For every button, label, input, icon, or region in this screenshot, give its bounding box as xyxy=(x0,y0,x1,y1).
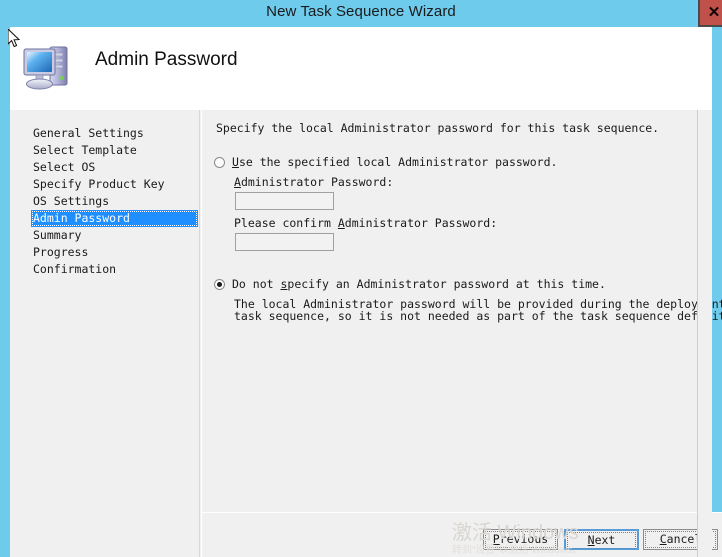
sidebar-item-os-settings[interactable]: OS Settings xyxy=(31,193,198,210)
mnemonic-char: U xyxy=(232,155,239,169)
mnemonic-char: N xyxy=(587,533,595,547)
option-do-not-specify-password-label: Do not specify an Administrator password… xyxy=(232,277,606,291)
sidebar-item-admin-password[interactable]: Admin Password xyxy=(31,210,198,227)
next-label-rest: ext xyxy=(594,533,616,547)
confirm-label-rest: dministrator Password: xyxy=(344,216,498,230)
radio-do-not-specify-password[interactable] xyxy=(214,279,225,290)
previous-button[interactable]: Previous xyxy=(483,529,558,550)
sidebar-item-select-template[interactable]: Select Template xyxy=(31,142,198,159)
option2-label-rest: pecify an Administrator password at this… xyxy=(287,277,606,291)
administrator-password-input[interactable] xyxy=(235,192,334,210)
computer-icon xyxy=(23,46,68,90)
administrator-password-label: Administrator Password: xyxy=(234,175,393,189)
sidebar-item-select-os[interactable]: Select OS xyxy=(31,159,198,176)
panel-right-edge[interactable] xyxy=(697,110,712,557)
mnemonic-char: C xyxy=(659,532,667,546)
sidebar-item-progress[interactable]: Progress xyxy=(31,244,198,261)
sidebar-item-specify-product-key[interactable]: Specify Product Key xyxy=(31,176,198,193)
next-button-label: Next xyxy=(567,532,636,549)
wizard-footer: Previous Next Cancel xyxy=(202,512,722,557)
mnemonic-char: A xyxy=(337,216,345,230)
option2-label-pre: Do not xyxy=(232,277,281,291)
confirm-password-label: Please confirm Administrator Password: xyxy=(234,216,497,230)
mnemonic-char: P xyxy=(492,532,500,546)
option-use-specified-password-label: Use the specified local Administrator pa… xyxy=(232,155,557,169)
title-bar: New Task Sequence Wizard ✕ xyxy=(0,0,722,27)
mnemonic-char: A xyxy=(234,175,241,189)
page-title: Admin Password xyxy=(95,49,238,70)
option-label-rest: se the specified local Administrator pas… xyxy=(238,155,558,169)
confirm-password-input[interactable] xyxy=(235,233,334,251)
previous-label-rest: revious xyxy=(499,532,549,546)
sidebar-item-general-settings[interactable]: General Settings xyxy=(31,125,198,142)
window-title: New Task Sequence Wizard xyxy=(266,3,456,20)
sidebar-item-summary[interactable]: Summary xyxy=(31,227,198,244)
mouse-cursor xyxy=(8,29,21,48)
close-icon[interactable]: ✕ xyxy=(698,0,722,27)
wizard-content-panel: Specify the local Administrator password… xyxy=(201,110,722,557)
wizard-header: Admin Password xyxy=(10,27,712,110)
wizard-window: New Task Sequence Wizard ✕ Admin Passwor… xyxy=(0,0,722,557)
confirm-label-pre: Please confirm xyxy=(234,216,338,230)
sidebar-item-confirmation[interactable]: Confirmation xyxy=(31,261,198,278)
password-description-line-2: task sequence, so it is not needed as pa… xyxy=(234,309,722,323)
radio-use-specified-password[interactable] xyxy=(214,157,225,168)
wizard-step-list: General Settings Select Template Select … xyxy=(10,110,200,557)
previous-button-label: Previous xyxy=(485,531,556,548)
instruction-text: Specify the local Administrator password… xyxy=(216,121,660,135)
next-button[interactable]: Next xyxy=(564,529,639,550)
wizard-body: General Settings Select Template Select … xyxy=(10,110,722,557)
administrator-password-label-rest: dministrator Password: xyxy=(240,175,394,189)
